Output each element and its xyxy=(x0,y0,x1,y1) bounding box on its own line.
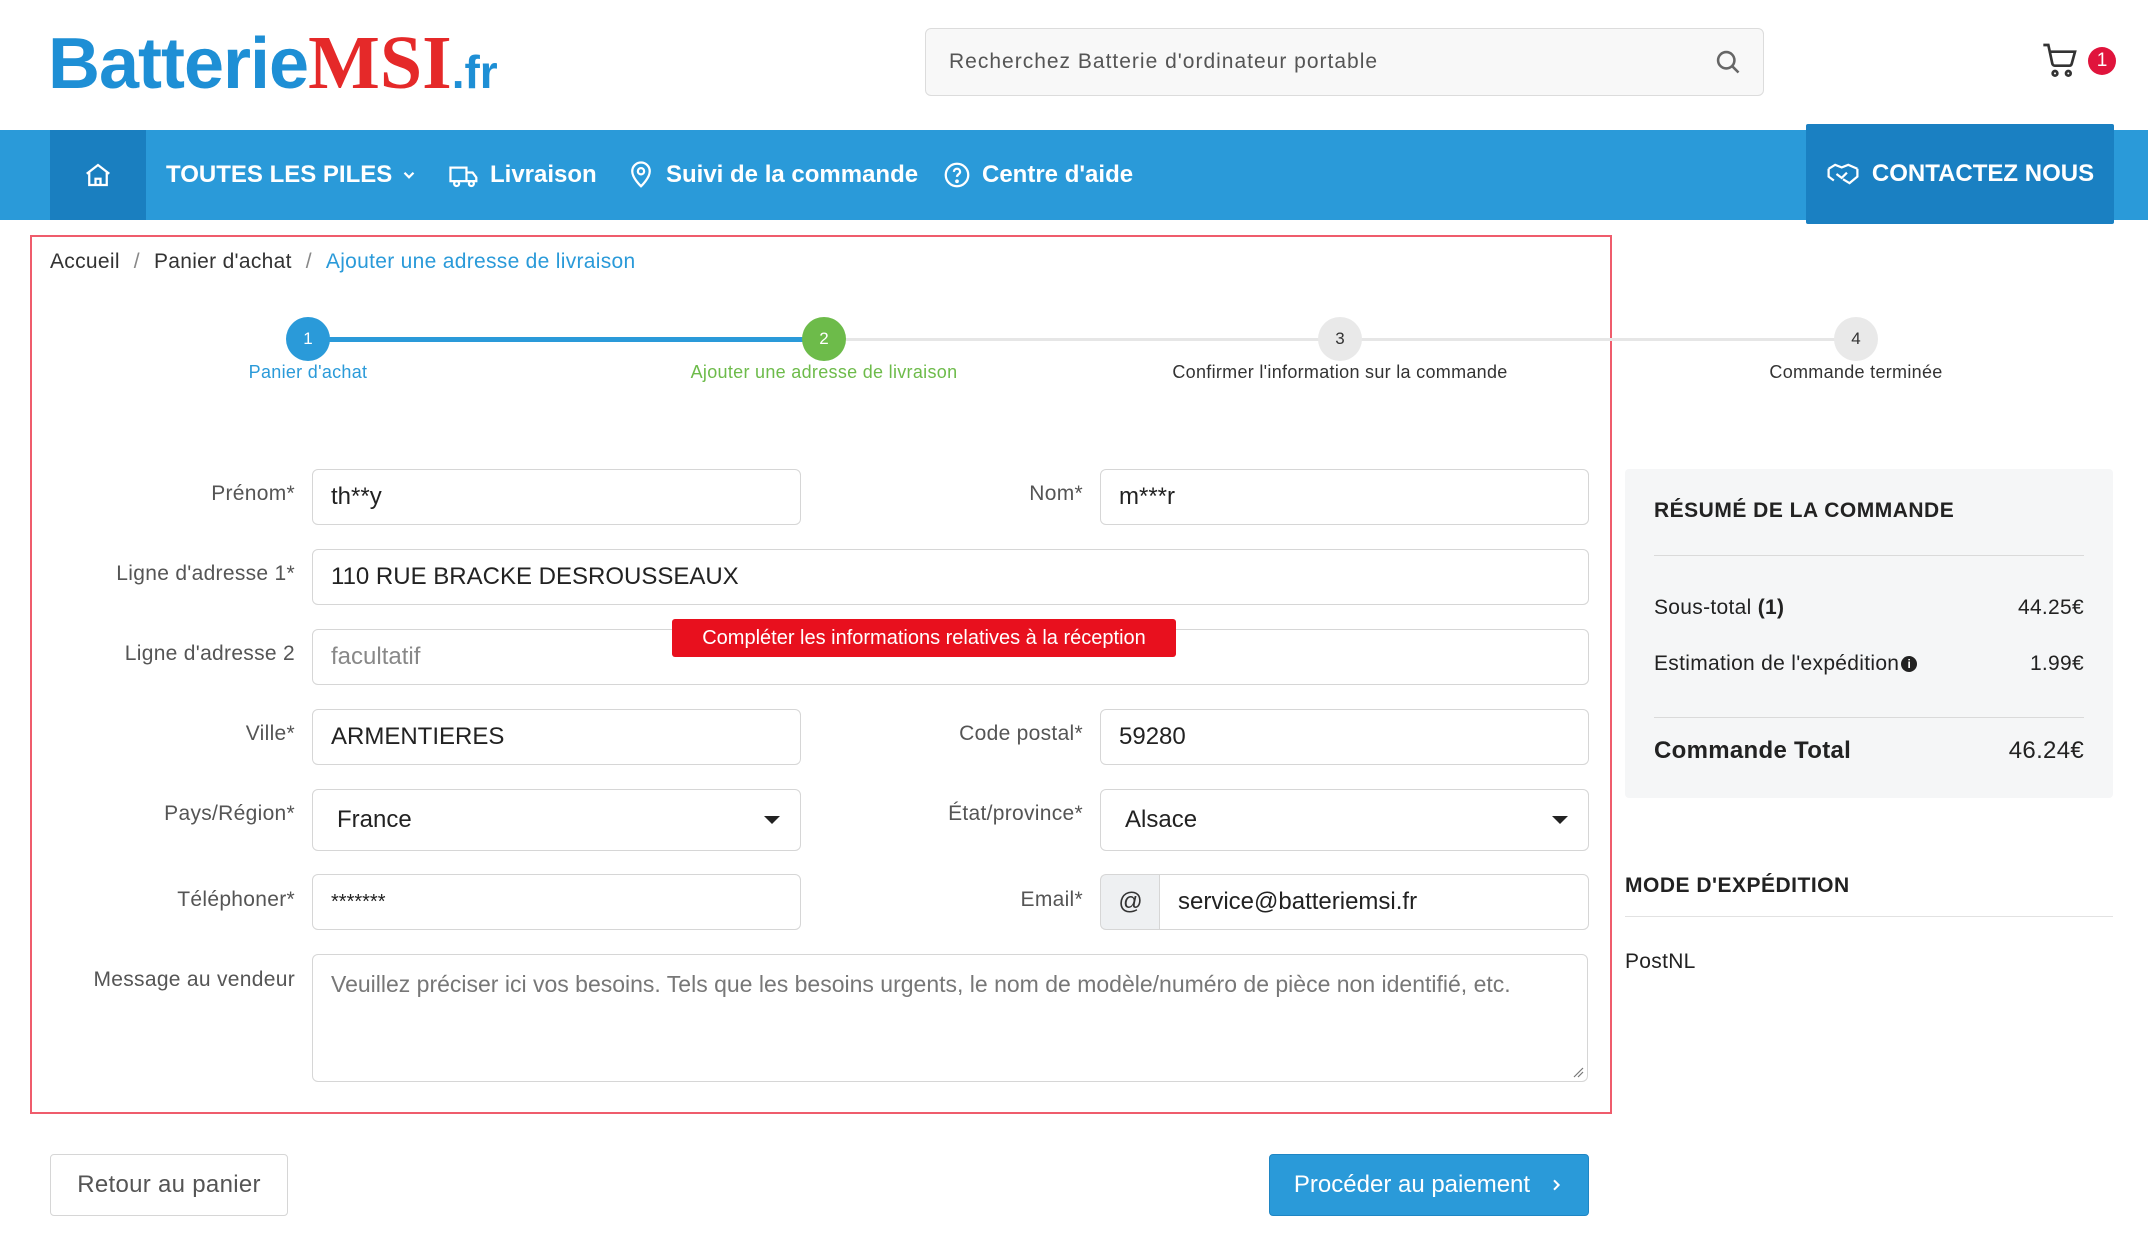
shipping-estimate-value: 1.99€ xyxy=(2029,652,2084,675)
chevron-right-icon xyxy=(1553,1179,1561,1191)
cart-count-badge: 1 xyxy=(2088,47,2116,75)
subtotal-label-group: Sous-total (1) xyxy=(1654,596,1784,620)
step-2-label: Ajouter une adresse de livraison xyxy=(690,362,958,382)
summary-divider xyxy=(1654,717,2084,718)
validation-tooltip: Compléter les informations relatives à l… xyxy=(672,619,1176,657)
state-select-value: Alsace xyxy=(1125,806,1198,833)
shipping-method-value: PostNL xyxy=(1625,950,1696,973)
shipping-divider xyxy=(1625,916,2113,917)
caret-down-icon xyxy=(764,816,780,824)
subtotal-count: (1) xyxy=(1757,596,1785,619)
logo-text-fr: .fr xyxy=(451,46,498,98)
search-button[interactable] xyxy=(1693,29,1763,95)
truck-icon xyxy=(449,166,478,188)
nav-home-button[interactable] xyxy=(50,130,146,220)
logo-text-msi: MSI xyxy=(308,21,452,105)
order-summary: RÉSUMÉ DE LA COMMANDE Sous-total (1) 44.… xyxy=(1625,469,2113,798)
summary-divider xyxy=(1654,555,2084,556)
progress-line-done xyxy=(308,337,823,342)
prenom-field[interactable]: th**y xyxy=(312,469,801,525)
breadcrumb-home[interactable]: Accueil xyxy=(50,250,120,274)
subtotal-value: 44.25€ xyxy=(2017,596,2084,619)
search-input[interactable] xyxy=(926,29,1693,95)
postal-code-label: Code postal* xyxy=(959,722,1083,745)
email-label: Email* xyxy=(1020,888,1083,911)
site-logo[interactable]: Batterie MSI .fr xyxy=(48,21,498,105)
step-4-circle: 4 xyxy=(1834,317,1878,361)
help-circle-icon xyxy=(944,162,970,188)
step-4-label: Commande terminée xyxy=(1769,362,1943,382)
step-2-circle: 2 xyxy=(802,317,846,361)
proceed-to-payment-label: Procéder au paiement xyxy=(1293,1171,1531,1198)
order-total-row: Commande Total 46.24€ xyxy=(1654,737,2084,765)
shipping-estimate-row: Estimation de l'expédition i 1.99€ xyxy=(1654,652,2084,676)
country-label: Pays/Région* xyxy=(164,802,295,825)
shipping-estimate-label: Estimation de l'expédition xyxy=(1654,652,1900,675)
nav-livraison[interactable]: Livraison xyxy=(448,130,597,220)
phone-field[interactable]: ******* xyxy=(312,874,801,930)
message-placeholder: Veuillez préciser ici vos besoins. Tels … xyxy=(331,971,1511,997)
nav-suivi-label: Suivi de la commande xyxy=(666,161,919,188)
location-pin-icon xyxy=(631,161,651,188)
country-select-value: France xyxy=(337,806,412,833)
nom-label: Nom* xyxy=(1029,482,1083,505)
nav-all-piles-label: TOUTES LES PILES xyxy=(166,161,393,188)
address1-field[interactable]: 110 RUE BRACKE DESROUSSEAUX xyxy=(312,549,1589,605)
step-1-label: Panier d'achat xyxy=(248,362,368,382)
shipping-label-group: Estimation de l'expédition i xyxy=(1654,652,1918,676)
shipping-method-title: MODE D'EXPÉDITION xyxy=(1625,874,1850,897)
message-textarea[interactable]: Veuillez préciser ici vos besoins. Tels … xyxy=(312,954,1588,1082)
order-total-value: 46.24€ xyxy=(2008,737,2084,764)
nav-aide[interactable]: Centre d'aide xyxy=(942,130,1133,220)
site-header: Batterie MSI .fr 1 xyxy=(0,0,2148,130)
address2-label: Ligne d'adresse 2 xyxy=(124,642,295,665)
main-nav: TOUTES LES PILES Livraison Suivi de la c… xyxy=(0,124,2148,224)
email-at-addon: @ xyxy=(1100,874,1160,930)
step-1-circle: 1 xyxy=(286,317,330,361)
email-field[interactable]: service@batteriemsi.fr xyxy=(1159,874,1589,930)
nom-field[interactable]: m***r xyxy=(1100,469,1589,525)
state-label: État/province* xyxy=(948,802,1083,825)
caret-down-icon xyxy=(1552,816,1568,824)
search-icon xyxy=(1716,50,1740,74)
breadcrumb-separator: / xyxy=(133,250,140,273)
breadcrumb-cart[interactable]: Panier d'achat xyxy=(154,250,292,274)
summary-title: RÉSUMÉ DE LA COMMANDE xyxy=(1654,499,1955,522)
message-label: Message au vendeur xyxy=(93,968,295,991)
breadcrumb-current: Ajouter une adresse de livraison xyxy=(325,250,636,273)
chevron-down-icon xyxy=(403,171,415,179)
contact-us-button[interactable]: CONTACTEZ NOUS xyxy=(1806,124,2114,224)
back-to-cart-button[interactable]: Retour au panier xyxy=(50,1154,288,1216)
subtotal-row: Sous-total (1) 44.25€ xyxy=(1654,596,2084,620)
nav-all-piles[interactable]: TOUTES LES PILES xyxy=(166,130,418,220)
cart-button[interactable]: 1 xyxy=(2040,40,2120,84)
address1-label: Ligne d'adresse 1* xyxy=(116,562,295,585)
proceed-to-payment-button[interactable]: Procéder au paiement xyxy=(1269,1154,1589,1216)
step-3-circle: 3 xyxy=(1318,317,1362,361)
ville-label: Ville* xyxy=(245,722,295,745)
search-bar xyxy=(925,28,1764,96)
prenom-label: Prénom* xyxy=(211,482,295,505)
home-icon xyxy=(86,163,110,187)
breadcrumb-separator: / xyxy=(305,250,312,273)
step-3-label: Confirmer l'information sur la commande xyxy=(1172,362,1508,382)
cart-icon xyxy=(2043,43,2077,78)
breadcrumb: Accueil / Panier d'achat / Ajouter une a… xyxy=(50,250,650,274)
country-select[interactable]: France xyxy=(312,789,801,851)
postal-code-field[interactable]: 59280 xyxy=(1100,709,1589,765)
order-total-label: Commande Total xyxy=(1654,737,1852,764)
phone-label: Téléphoner* xyxy=(177,888,295,911)
nav-aide-label: Centre d'aide xyxy=(982,161,1134,188)
ville-field[interactable]: ARMENTIERES xyxy=(312,709,801,765)
nav-livraison-label: Livraison xyxy=(490,161,597,188)
resize-handle-icon[interactable] xyxy=(1572,1066,1584,1078)
subtotal-label: Sous-total xyxy=(1654,596,1752,619)
info-icon[interactable]: i xyxy=(1901,656,1918,673)
contact-us-label: CONTACTEZ NOUS xyxy=(1871,160,2095,187)
state-select[interactable]: Alsace xyxy=(1100,789,1589,851)
handshake-icon xyxy=(1827,163,1859,185)
logo-text-batterie: Batterie xyxy=(48,24,309,104)
nav-suivi[interactable]: Suivi de la commande xyxy=(626,130,918,220)
